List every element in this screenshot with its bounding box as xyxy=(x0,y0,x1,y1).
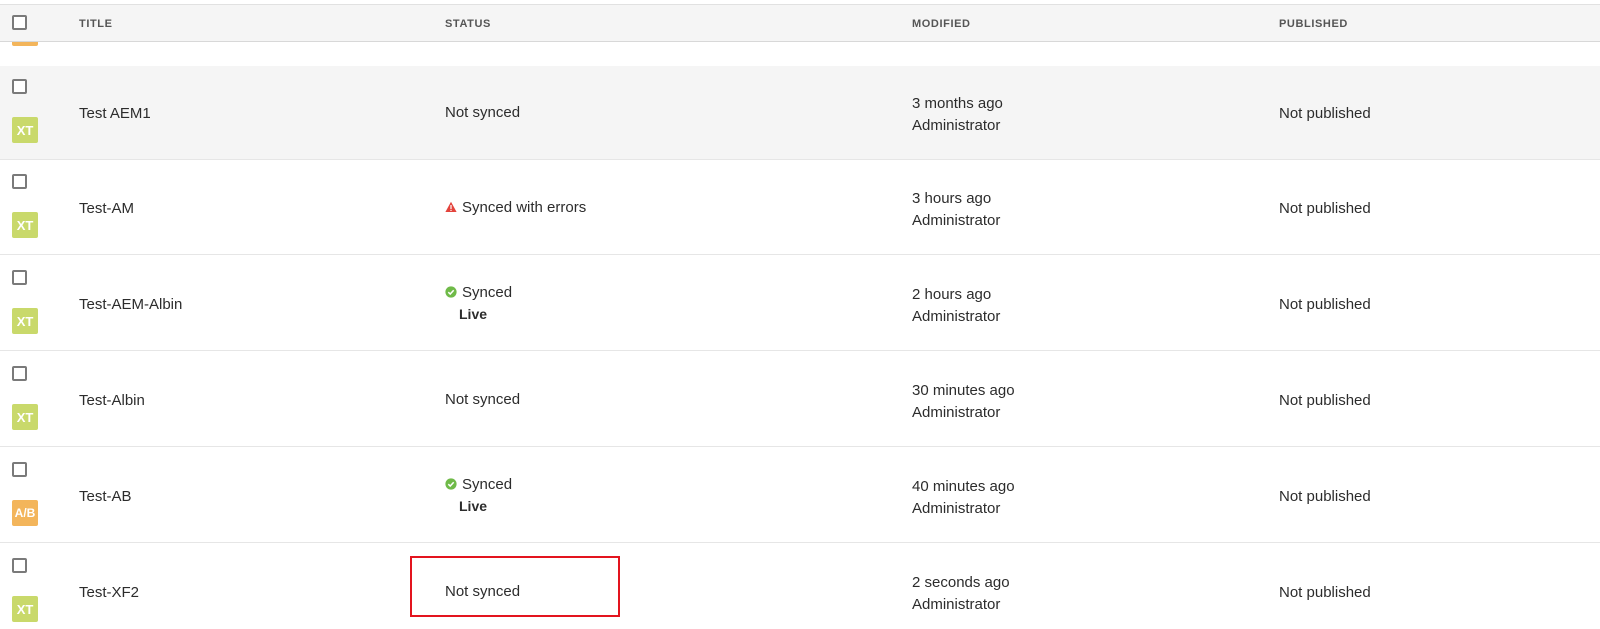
row-published: Not published xyxy=(1279,488,1371,505)
row-modified: 3 months ago Administrator xyxy=(912,93,1003,137)
table-row[interactable]: XT Test-AEM-Albin Synced Live 2 hours ag… xyxy=(0,257,1600,351)
modified-by: Administrator xyxy=(912,404,1001,421)
row-published: Not published xyxy=(1279,200,1371,217)
row-checkbox[interactable] xyxy=(12,366,27,381)
row-checkbox[interactable] xyxy=(12,558,27,573)
table-row[interactable]: XT Test-AM Synced with errors 3 hours ag… xyxy=(0,161,1600,255)
table-row[interactable]: XT Test-XF2 Not synced 2 seconds ago Adm… xyxy=(0,545,1600,629)
row-title[interactable]: Test-AB xyxy=(79,488,132,505)
modified-by: Administrator xyxy=(912,117,1001,134)
row-published: Not published xyxy=(1279,296,1371,313)
row-published: Not published xyxy=(1279,584,1371,601)
row-published: Not published xyxy=(1279,105,1371,122)
modified-by: Administrator xyxy=(912,596,1001,613)
live-label: Live xyxy=(459,306,488,322)
row-checkbox[interactable] xyxy=(12,174,27,189)
modified-time: 30 minutes ago xyxy=(912,382,1015,399)
table-row[interactable]: XT Test AEM1 Not synced 3 months ago Adm… xyxy=(0,66,1600,160)
row-status: Not synced xyxy=(445,101,520,123)
status-text: Not synced xyxy=(445,390,521,408)
table-header: TITLE STATUS MODIFIED PUBLISHED xyxy=(0,4,1600,42)
check-circle-icon xyxy=(445,286,457,298)
modified-by: Administrator xyxy=(912,500,1001,517)
status-text: Synced xyxy=(462,283,513,301)
type-badge: XT xyxy=(12,117,38,143)
row-modified: 40 minutes ago Administrator xyxy=(912,476,1015,520)
modified-by: Administrator xyxy=(912,212,1001,229)
row-title[interactable]: Test-AEM-Albin xyxy=(79,296,182,313)
row-status: Synced Live xyxy=(445,473,512,517)
modified-time: 40 minutes ago xyxy=(912,478,1015,495)
row-status: Not synced xyxy=(445,388,520,410)
row-modified: 30 minutes ago Administrator xyxy=(912,380,1015,424)
modified-time: 2 hours ago xyxy=(912,286,992,303)
modified-time: 2 seconds ago xyxy=(912,574,1010,591)
status-highlight-annotation xyxy=(410,556,620,617)
table-row[interactable]: A/B Test-AB Synced Live 40 minutes ago A… xyxy=(0,449,1600,543)
type-badge: XT xyxy=(12,212,38,238)
row-modified: 2 seconds ago Administrator xyxy=(912,572,1010,616)
select-all-checkbox[interactable] xyxy=(12,15,27,30)
row-title[interactable]: Test-AM xyxy=(79,200,134,217)
type-badge: XT xyxy=(12,308,38,334)
column-header-modified[interactable]: MODIFIED xyxy=(912,18,971,30)
status-text: Synced xyxy=(462,475,513,493)
row-title[interactable]: Test AEM1 xyxy=(79,105,151,122)
check-circle-icon xyxy=(445,478,457,490)
modified-time: 3 months ago xyxy=(912,95,1003,112)
row-modified: 3 hours ago Administrator xyxy=(912,188,1000,232)
row-modified: 2 hours ago Administrator xyxy=(912,284,1000,328)
row-checkbox[interactable] xyxy=(12,462,27,477)
live-label: Live xyxy=(459,498,488,514)
content-fragments-table: TITLE STATUS MODIFIED PUBLISHED XT Test … xyxy=(0,0,1600,629)
row-status: Synced with errors xyxy=(445,196,586,218)
status-text: Synced with errors xyxy=(462,198,587,216)
row-checkbox[interactable] xyxy=(12,270,27,285)
column-header-status[interactable]: STATUS xyxy=(445,18,491,30)
column-header-title[interactable]: TITLE xyxy=(79,18,113,30)
row-title[interactable]: Test-Albin xyxy=(79,392,145,409)
modified-time: 3 hours ago xyxy=(912,190,992,207)
type-badge: XT xyxy=(12,404,38,430)
status-text: Not synced xyxy=(445,103,521,121)
modified-by: Administrator xyxy=(912,308,1001,325)
row-status: Synced Live xyxy=(445,281,512,325)
type-badge: A/B xyxy=(12,500,38,526)
row-checkbox[interactable] xyxy=(12,79,27,94)
row-published: Not published xyxy=(1279,392,1371,409)
type-badge: XT xyxy=(12,596,38,622)
table-row[interactable]: XT Test-Albin Not synced 30 minutes ago … xyxy=(0,353,1600,447)
column-header-published[interactable]: PUBLISHED xyxy=(1279,18,1348,30)
partial-row-badge xyxy=(12,42,38,46)
row-title[interactable]: Test-XF2 xyxy=(79,584,139,601)
alert-triangle-icon xyxy=(445,201,457,212)
